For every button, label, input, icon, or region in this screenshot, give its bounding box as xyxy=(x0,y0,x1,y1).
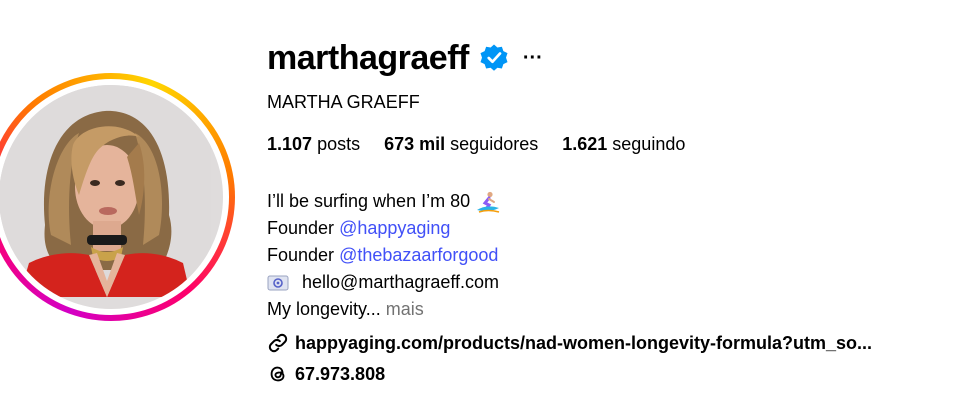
avatar[interactable] xyxy=(0,85,223,309)
username: marthagraeff xyxy=(267,39,469,77)
link-icon xyxy=(268,333,288,353)
followers-label: seguidores xyxy=(450,134,539,154)
bio-line-founder-1: Founder @happyaging xyxy=(267,215,501,242)
followers-count: 673 mil xyxy=(384,134,446,154)
surfer-emoji-icon xyxy=(477,192,500,213)
following-count: 1.621 xyxy=(562,134,608,154)
bio-more-button[interactable]: mais xyxy=(386,299,424,319)
threads-count: 67.973.808 xyxy=(295,363,386,384)
more-options-icon[interactable]: ··· xyxy=(523,36,543,80)
avatar-story-ring[interactable] xyxy=(0,73,235,321)
threads-icon xyxy=(270,366,285,382)
full-name: MARTHA GRAEFF xyxy=(267,92,420,112)
external-link[interactable]: happyaging.com/products/nad-women-longev… xyxy=(267,330,872,356)
bio-founder-label: Founder xyxy=(267,245,335,265)
email-emoji-icon xyxy=(267,275,289,291)
bio: I’ll be surfing when I’m 80 Founder @hap… xyxy=(267,188,501,323)
bio-email: hello@marthagraeff.com xyxy=(302,272,500,292)
posts-label: posts xyxy=(317,134,361,154)
avatar-photo xyxy=(0,85,211,297)
verified-badge-icon xyxy=(480,44,508,71)
profile-header: marthagraeff ··· xyxy=(267,36,543,80)
posts-stat: 1.107 posts xyxy=(267,132,360,156)
following-stat[interactable]: 1.621 seguindo xyxy=(562,132,685,156)
threads-badge[interactable]: 67.973.808 xyxy=(267,361,385,387)
bio-line-surf: I’ll be surfing when I’m 80 xyxy=(267,188,501,215)
mention-happyaging[interactable]: @happyaging xyxy=(339,218,450,238)
profile-stats: 1.107 posts 673 mil seguidores 1.621 seg… xyxy=(267,132,709,156)
mention-thebazaarforgood[interactable]: @thebazaarforgood xyxy=(339,245,498,265)
bio-text-surf: I’ll be surfing when I’m 80 xyxy=(267,191,471,211)
posts-count: 1.107 xyxy=(267,134,313,154)
following-label: seguindo xyxy=(612,134,686,154)
bio-line-email: hello@marthagraeff.com xyxy=(267,269,501,296)
bio-line-longevity: My longevity... mais xyxy=(267,296,501,323)
bio-line-founder-2: Founder @thebazaarforgood xyxy=(267,242,501,269)
followers-stat[interactable]: 673 mil seguidores xyxy=(384,132,538,156)
bio-founder-label: Founder xyxy=(267,218,335,238)
external-link-url: happyaging.com/products/nad-women-longev… xyxy=(295,332,873,353)
bio-text-longevity: My longevity... xyxy=(267,299,381,319)
